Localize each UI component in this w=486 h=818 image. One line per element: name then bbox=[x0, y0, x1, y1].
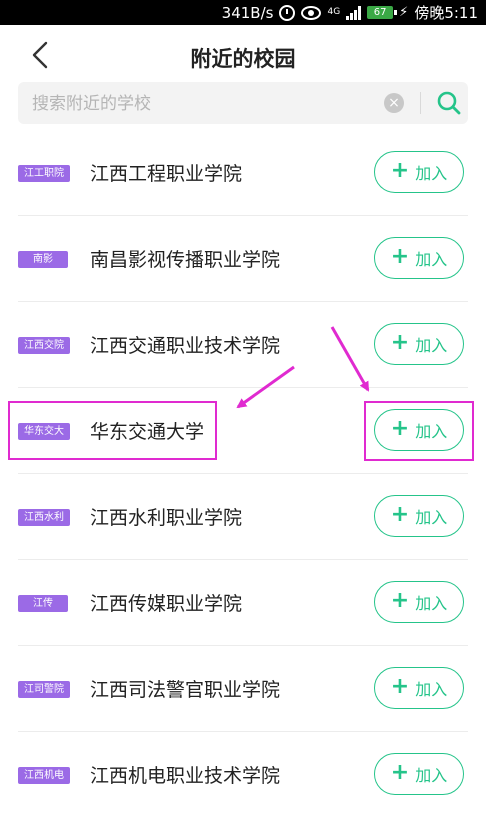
list-item: 江司警院 江西司法警官职业学院 + 加入 bbox=[0, 646, 486, 732]
list-item: 南影 南昌影视传播职业学院 + 加入 bbox=[0, 216, 486, 302]
battery-icon: 67 bbox=[367, 6, 398, 19]
plus-icon: + bbox=[390, 674, 410, 699]
join-label: 加入 bbox=[415, 766, 448, 785]
school-name: 江西交通职业技术学院 bbox=[90, 335, 281, 357]
join-button[interactable]: + 加入 bbox=[374, 667, 464, 709]
join-label: 加入 bbox=[415, 508, 448, 527]
search-button[interactable] bbox=[436, 90, 462, 116]
search-icon bbox=[437, 91, 461, 115]
app-header: 附近的校园 bbox=[0, 25, 486, 87]
join-label: 加入 bbox=[415, 164, 448, 183]
join-label: 加入 bbox=[415, 594, 448, 613]
school-tag: 江司警院 bbox=[18, 681, 70, 698]
signal-type: 4G bbox=[327, 7, 341, 17]
join-label: 加入 bbox=[415, 336, 448, 355]
school-tag: 江西交院 bbox=[18, 337, 70, 354]
school-tag: 江工职院 bbox=[18, 165, 70, 182]
school-tag: 江西机电 bbox=[18, 767, 70, 784]
charging-icon: ⚡ bbox=[399, 5, 409, 20]
plus-icon: + bbox=[390, 588, 410, 613]
page-title: 附近的校园 bbox=[190, 47, 296, 71]
plus-icon: + bbox=[390, 330, 410, 355]
school-name: 江西工程职业学院 bbox=[90, 163, 243, 185]
search-bar: × bbox=[18, 82, 468, 126]
plus-icon: + bbox=[390, 158, 410, 183]
alarm-icon bbox=[279, 4, 296, 21]
join-button[interactable]: + 加入 bbox=[374, 323, 464, 365]
plus-icon: + bbox=[390, 502, 410, 527]
school-list: 江工职院 江西工程职业学院 + 加入 南影 南昌影视传播职业学院 + 加入 江西… bbox=[0, 130, 486, 818]
school-tag: 江传 bbox=[18, 595, 68, 612]
list-item: 江西交院 江西交通职业技术学院 + 加入 bbox=[0, 302, 486, 388]
network-speed: 341B/s bbox=[221, 3, 274, 22]
list-item: 江西机电 江西机电职业技术学院 + 加入 bbox=[0, 732, 486, 818]
list-item: 江传 江西传媒职业学院 + 加入 bbox=[0, 560, 486, 646]
school-name: 江西司法警官职业学院 bbox=[90, 679, 281, 701]
school-tag: 江西水利 bbox=[18, 509, 70, 526]
join-button[interactable]: + 加入 bbox=[374, 237, 464, 279]
list-item: 江工职院 江西工程职业学院 + 加入 bbox=[0, 130, 486, 216]
school-name: 江西水利职业学院 bbox=[90, 507, 243, 529]
battery-level: 67 bbox=[373, 7, 387, 18]
search-input[interactable] bbox=[30, 82, 374, 126]
join-button[interactable]: + 加入 bbox=[374, 581, 464, 623]
join-label: 加入 bbox=[415, 250, 448, 269]
clear-icon[interactable]: × bbox=[384, 93, 404, 113]
join-button[interactable]: + 加入 bbox=[374, 151, 464, 193]
highlight-box-school bbox=[8, 401, 217, 460]
list-item: 江西水利 江西水利职业学院 + 加入 bbox=[0, 474, 486, 560]
eye-icon bbox=[301, 5, 322, 20]
school-name: 江西传媒职业学院 bbox=[90, 593, 243, 615]
plus-icon: + bbox=[390, 244, 410, 269]
school-name: 江西机电职业技术学院 bbox=[90, 765, 281, 787]
clock: 傍晚5:11 bbox=[414, 4, 478, 22]
join-button[interactable]: + 加入 bbox=[374, 495, 464, 537]
school-tag: 南影 bbox=[18, 251, 68, 268]
plus-icon: + bbox=[390, 760, 410, 785]
status-bar: 341B/s 4G 67 ⚡ 傍晚5:11 bbox=[0, 0, 486, 25]
signal-bars-icon bbox=[346, 5, 362, 20]
school-name: 南昌影视传播职业学院 bbox=[90, 249, 281, 271]
search-divider bbox=[420, 92, 421, 114]
highlight-box-join bbox=[364, 401, 474, 461]
join-label: 加入 bbox=[415, 680, 448, 699]
join-button[interactable]: + 加入 bbox=[374, 753, 464, 795]
